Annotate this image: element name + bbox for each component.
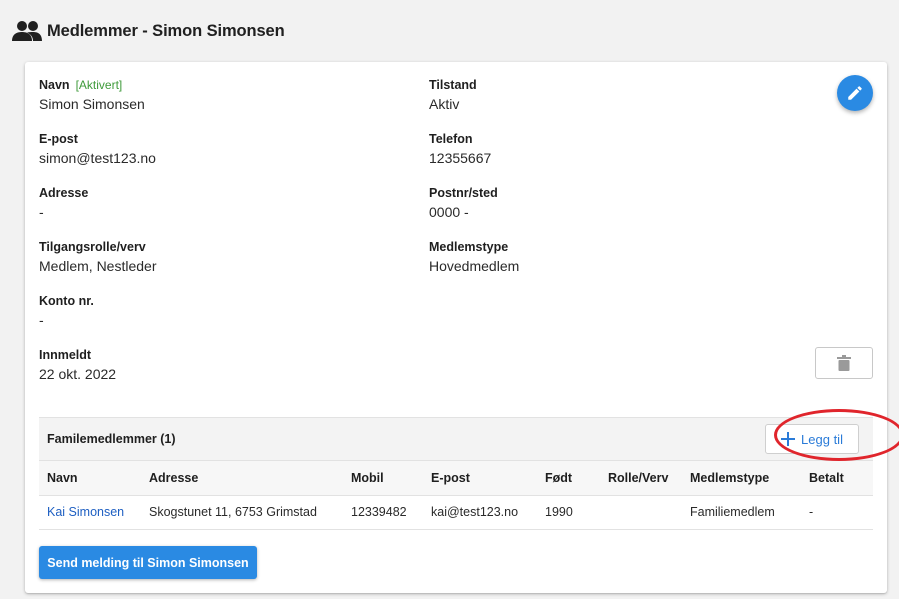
account-value: - [39, 312, 44, 328]
column-header[interactable]: Betalt [801, 461, 873, 496]
table-cell: 12339482 [343, 495, 423, 530]
column-header[interactable]: Medlemstype [682, 461, 801, 496]
field-email: E-post simon@test123.no [39, 131, 156, 167]
joined-value: 22 okt. 2022 [39, 366, 117, 382]
table-row[interactable]: Kai Simonsen Skogstunet 11, 6753 Grimsta… [39, 495, 873, 530]
table-cell: - [801, 495, 873, 530]
edit-button[interactable] [837, 75, 873, 111]
address-value: - [39, 204, 44, 220]
page-header: Medlemmer - Simon Simonsen [12, 18, 285, 44]
address-label: Adresse [39, 186, 89, 200]
column-header[interactable]: Født [537, 461, 600, 496]
field-role: Tilgangsrolle/verv Medlem, Nestleder [39, 239, 157, 275]
family-table: Navn Adresse Mobil E-post Født Rolle/Ver… [39, 461, 873, 530]
name-label: Navn [39, 78, 70, 92]
member-card: Navn [Aktivert] Simon Simonsen Tilstand A… [25, 62, 899, 593]
family-header: Familemedlemmer (1) Legg til [39, 417, 873, 461]
table-cell: Skogstunet 11, 6753 Grimstad [141, 495, 343, 530]
status-label: Tilstand [429, 78, 477, 92]
add-family-member-button[interactable]: Legg til [765, 424, 859, 454]
postal-value: 0000 - [429, 204, 469, 220]
plus-icon [781, 432, 796, 446]
field-address: Adresse - [39, 185, 88, 221]
column-header[interactable]: Adresse [141, 461, 343, 496]
send-message-button[interactable]: Send melding til Simon Simonsen [39, 546, 257, 579]
table-cell: 1990 [537, 495, 600, 530]
field-status: Tilstand Aktiv [429, 77, 477, 113]
add-button-label: Legg til [801, 431, 843, 447]
people-icon [12, 19, 42, 43]
status-value: Aktiv [429, 96, 460, 112]
member-type-label: Medlemstype [429, 240, 509, 254]
column-header[interactable]: E-post [423, 461, 537, 496]
page-title: Medlemmer - Simon Simonsen [47, 21, 285, 40]
family-title: Familemedlemmer (1) [47, 432, 176, 446]
email-value: simon@test123.no [39, 150, 156, 166]
email-label: E-post [39, 132, 78, 146]
role-value: Medlem, Nestleder [39, 258, 157, 274]
status-badge: [Aktivert] [75, 78, 123, 92]
name-value: Simon Simonsen [39, 96, 145, 112]
phone-label: Telefon [429, 132, 473, 146]
table-cell: Familiemedlem [682, 495, 801, 530]
family-members-section: Familemedlemmer (1) Legg til Navn Adress… [39, 409, 899, 530]
field-member-type: Medlemstype Hovedmedlem [429, 239, 519, 275]
table-cell [600, 495, 682, 530]
table-header-row: Navn Adresse Mobil E-post Født Rolle/Ver… [39, 461, 873, 496]
trash-icon [837, 355, 851, 371]
table-cell: kai@test123.no [423, 495, 537, 530]
role-label: Tilgangsrolle/verv [39, 240, 146, 254]
field-postal: Postnr/sted 0000 - [429, 185, 498, 221]
column-header[interactable]: Mobil [343, 461, 423, 496]
phone-value: 12355667 [429, 150, 492, 166]
pencil-icon [848, 86, 862, 100]
field-joined: Innmeldt 22 okt. 2022 [39, 347, 116, 383]
family-member-name-link[interactable]: Kai Simonsen [39, 495, 141, 530]
delete-button[interactable] [815, 347, 873, 379]
field-phone: Telefon 12355667 [429, 131, 491, 167]
field-account: Konto nr. - [39, 293, 94, 329]
field-name: Navn [Aktivert] Simon Simonsen [39, 77, 145, 113]
column-header[interactable]: Navn [39, 461, 141, 496]
column-header[interactable]: Rolle/Verv [600, 461, 682, 496]
member-type-value: Hovedmedlem [429, 258, 520, 274]
account-label: Konto nr. [39, 294, 94, 308]
joined-label: Innmeldt [39, 348, 92, 362]
postal-label: Postnr/sted [429, 186, 498, 200]
